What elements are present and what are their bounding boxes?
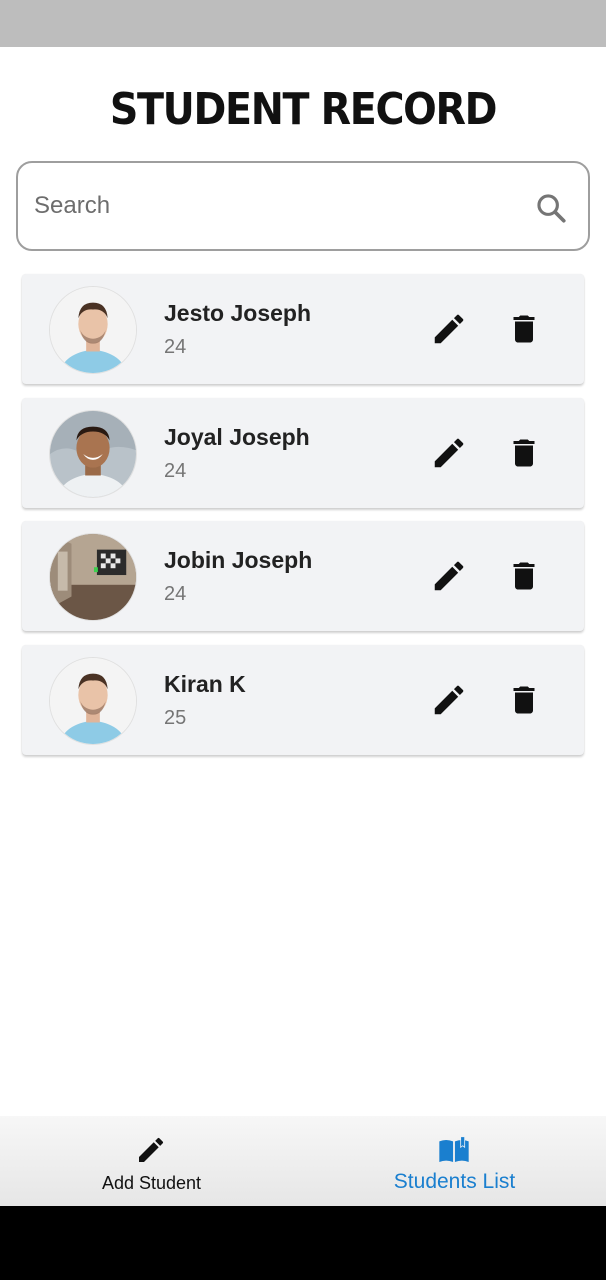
avatar [49, 409, 137, 498]
student-card: Joyal Joseph 24 [22, 397, 584, 508]
man-blue-shirt-photo-icon [50, 657, 136, 744]
trash-icon [513, 315, 535, 343]
status-bar [0, 0, 606, 47]
search-input[interactable] [34, 163, 524, 249]
avatar [49, 656, 137, 745]
avatar [49, 533, 137, 621]
nav-students-list[interactable]: Students List [303, 1116, 606, 1206]
student-name: Jobin Joseph [164, 547, 313, 573]
edit-button[interactable] [430, 557, 468, 595]
pencil-icon [434, 314, 464, 344]
pencil-icon [434, 685, 464, 714]
trash-icon [513, 562, 535, 590]
search-box[interactable] [16, 161, 590, 251]
student-name: Joyal Joseph [164, 423, 310, 450]
delete-button[interactable] [506, 557, 542, 595]
student-name: Kiran K [164, 670, 246, 697]
student-card: Jesto Joseph 24 [22, 274, 584, 384]
pencil-icon [434, 561, 464, 591]
nav-label: Add Student [101, 1173, 202, 1193]
nav-add-student[interactable]: Add Student [0, 1116, 303, 1206]
pencil-icon [139, 1137, 164, 1162]
edit-button[interactable] [430, 681, 468, 719]
avatar [49, 286, 137, 374]
delete-button[interactable] [506, 434, 542, 472]
student-age: 24 [164, 459, 187, 482]
student-list: Jesto Joseph 24 Joyal Joseph 24 Jobin Jo… [22, 274, 584, 768]
bottom-navigation: Add Student Students List [0, 1116, 606, 1206]
edit-button[interactable] [430, 310, 468, 348]
student-card: Jobin Joseph 24 [22, 521, 584, 631]
man-blue-shirt-photo-icon [50, 287, 136, 373]
pencil-icon [434, 438, 464, 467]
trash-icon [513, 439, 535, 466]
student-name: Jesto Joseph [164, 300, 311, 326]
delete-button[interactable] [506, 681, 542, 719]
book-icon [439, 1136, 469, 1162]
nav-label: Students List [393, 1170, 516, 1193]
smiling-man-photo-icon [50, 410, 136, 497]
student-card: Kiran K 25 [22, 644, 584, 755]
edit-button[interactable] [430, 434, 468, 472]
student-age: 24 [164, 336, 187, 358]
student-age: 25 [164, 706, 187, 729]
trash-icon [513, 686, 535, 713]
system-navigation-bar [0, 1206, 606, 1280]
search-icon[interactable] [534, 191, 568, 225]
room-photo-icon [50, 534, 136, 620]
student-age: 24 [164, 583, 187, 605]
page-title: STUDENT RECORD [109, 84, 498, 135]
delete-button[interactable] [506, 310, 542, 348]
